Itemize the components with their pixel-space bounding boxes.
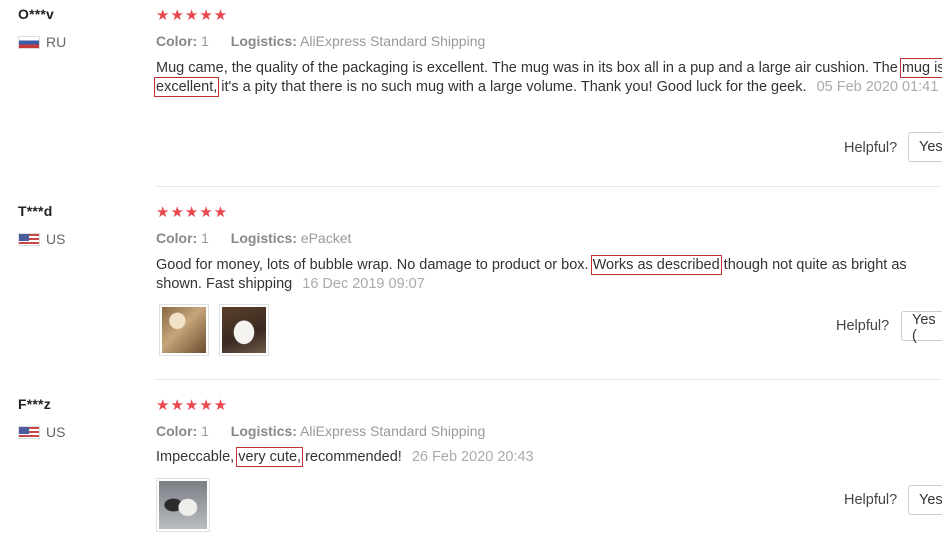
country-code: US — [46, 424, 66, 440]
logistics-value: AliExpress Standard Shipping — [300, 423, 486, 439]
review-text-part: Good for money, lots of bubble wrap. No … — [156, 257, 593, 273]
review-text: Impeccable, very cute, recommended! 26 F… — [156, 447, 942, 467]
helpful-label: Helpful? — [836, 318, 890, 334]
highlighted-phrase: very cute, — [236, 447, 304, 467]
highlighted-phrase: Works as described — [590, 255, 722, 275]
review-date: 16 Dec 2019 09:07 — [302, 276, 425, 292]
helpful-label: Helpful? — [844, 492, 898, 508]
review-photo-thumbnail[interactable] — [159, 304, 209, 356]
helpful-yes-button[interactable]: Yes — [908, 485, 942, 515]
reviewer-name: T***d — [18, 203, 53, 219]
color-value: 1 — [201, 230, 209, 246]
logistics-value: ePacket — [300, 230, 352, 246]
color-value: 1 — [201, 33, 209, 49]
review-text: Good for money, lots of bubble wrap. No … — [156, 255, 942, 294]
review-photo-thumbnail[interactable] — [219, 304, 269, 356]
color-label: Color: — [156, 230, 198, 246]
reviewer-country: US — [18, 424, 65, 440]
review-text-part: Impeccable, — [156, 449, 239, 465]
review-photo-thumbnail[interactable] — [156, 478, 210, 532]
star-rating: ★★★★★ — [156, 397, 229, 414]
color-value: 1 — [201, 423, 209, 439]
review-meta: Color: 1 Logistics: ePacket — [156, 230, 351, 246]
mug-photo — [222, 307, 266, 353]
review-meta: Color: 1 Logistics: AliExpress Standard … — [156, 33, 485, 49]
helpful-label: Helpful? — [844, 140, 898, 156]
logistics-label: Logistics: — [230, 230, 297, 246]
country-code: US — [46, 231, 66, 247]
logistics-value: AliExpress Standard Shipping — [300, 33, 486, 49]
country-code: RU — [46, 34, 67, 50]
mug-photo — [162, 307, 206, 353]
logistics-label: Logistics: — [230, 423, 297, 439]
mug-photo — [159, 481, 207, 529]
reviewer-country: US — [18, 231, 65, 247]
review-date: 26 Feb 2020 20:43 — [411, 449, 534, 465]
star-rating: ★★★★★ — [156, 7, 229, 24]
star-rating: ★★★★★ — [156, 204, 229, 221]
divider — [156, 379, 942, 380]
usa-flag-icon — [18, 425, 40, 439]
russia-flag-icon — [18, 35, 40, 49]
review-text-part: Mug came, the quality of the packaging i… — [156, 60, 902, 76]
review-date: 05 Feb 2020 01:41 — [816, 79, 939, 95]
review-meta: Color: 1 Logistics: AliExpress Standard … — [156, 423, 485, 439]
divider — [156, 186, 942, 187]
color-label: Color: — [156, 33, 198, 49]
review-text-part: it's a pity that there is no such mug wi… — [217, 79, 811, 95]
reviewer-country: RU — [18, 34, 66, 50]
helpful-yes-button[interactable]: Yes ( — [901, 311, 942, 344]
usa-flag-icon — [18, 232, 40, 246]
logistics-label: Logistics: — [230, 33, 297, 49]
review-text-part: recommended! — [301, 449, 406, 465]
reviewer-name: F***z — [18, 396, 51, 412]
helpful-yes-button[interactable]: Yes — [908, 132, 942, 162]
reviewer-name: O***v — [18, 6, 55, 22]
review-text: Mug came, the quality of the packaging i… — [154, 58, 942, 97]
color-label: Color: — [156, 423, 198, 439]
